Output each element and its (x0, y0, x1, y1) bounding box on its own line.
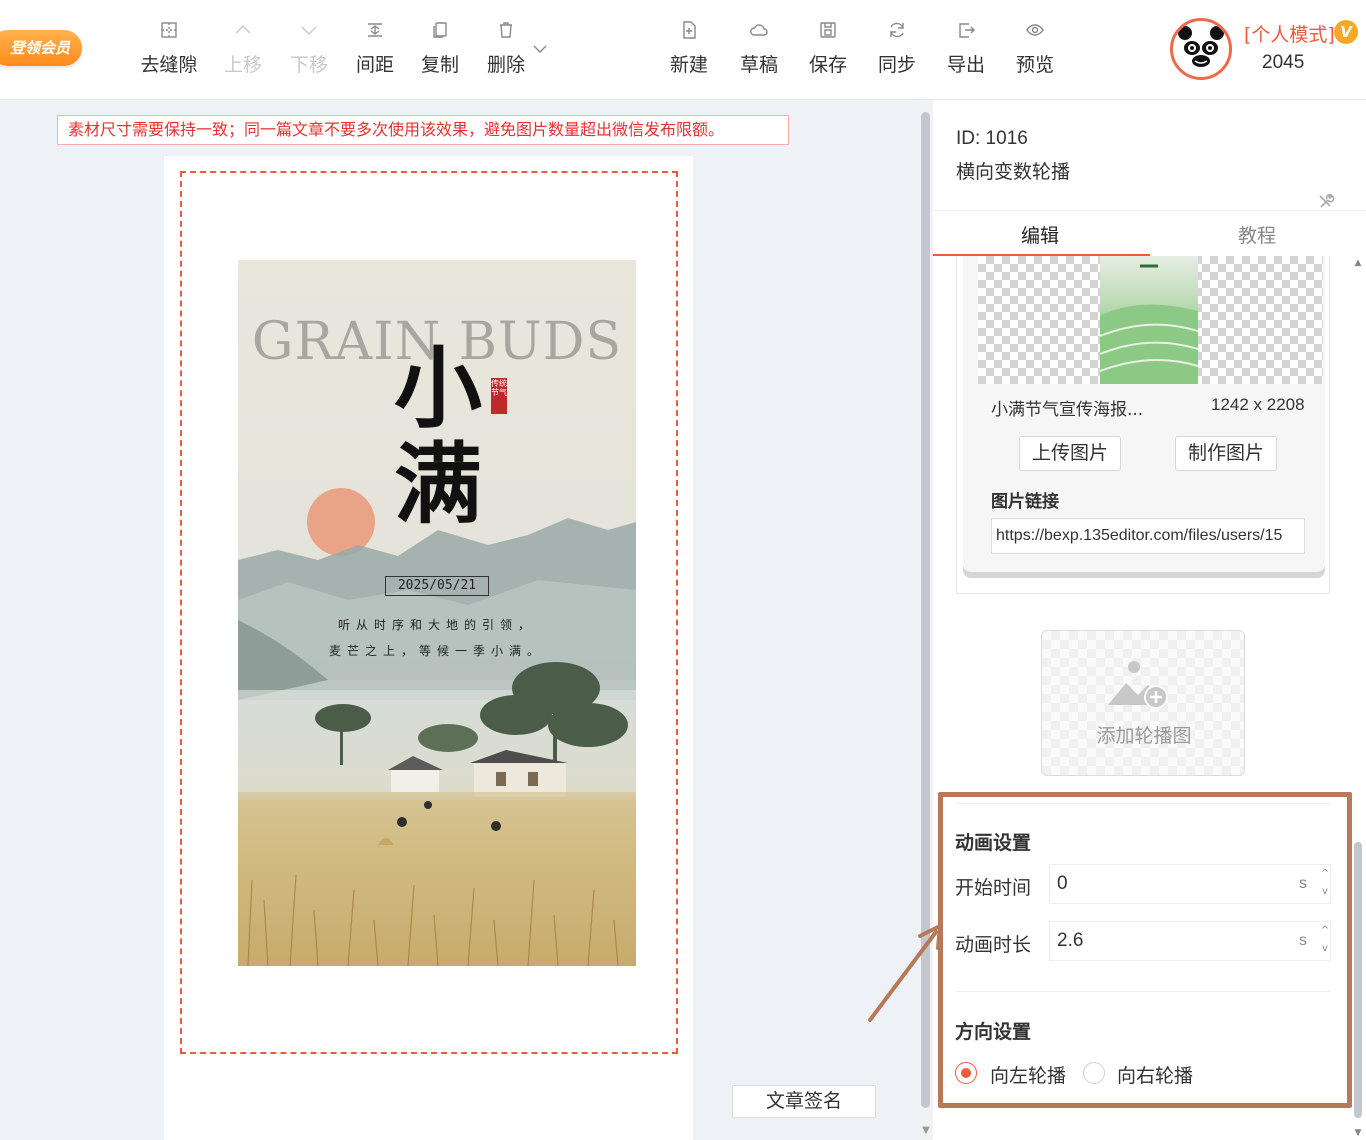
add-carousel-image-label: 添加轮播图 (1096, 725, 1192, 747)
remove-gap-button[interactable]: 去缝隙 (134, 20, 204, 77)
top-toolbar: 登领会员 去缝隙 上移 下移 间距 复制 删除 新建 草稿 保存 同步 导出 预… (0, 0, 1366, 100)
user-mode-label[interactable]: [个人模式] (1244, 20, 1335, 47)
user-count: 2045 (1262, 52, 1305, 73)
panel-scroll-up-icon[interactable]: ▲ (1352, 258, 1364, 268)
template-name: 横向变数轮播 (956, 161, 1071, 183)
tab-tutorial[interactable]: 教程 (1238, 221, 1276, 248)
vip-badge-button[interactable]: 登领会员 (0, 30, 82, 66)
annotation-highlight-box (938, 792, 1352, 1108)
wrench-tools-icon[interactable] (1317, 193, 1337, 210)
delete-button[interactable]: 删除 (471, 20, 541, 77)
eye-icon (1000, 20, 1070, 46)
draft-button[interactable]: 草稿 (724, 20, 794, 77)
panel-tabs: 编辑 教程 (933, 210, 1366, 256)
annotation-arrow-icon (868, 924, 942, 1022)
add-carousel-image-button[interactable]: 添加轮播图 (1041, 630, 1245, 776)
preview-button[interactable]: 预览 (1000, 20, 1070, 77)
save-icon (793, 20, 863, 46)
panel-scroll-down-icon[interactable]: ▼ (1352, 1128, 1364, 1138)
poster-title-char-1: 小 (393, 336, 482, 440)
export-button[interactable]: 导出 (931, 20, 1001, 77)
spacing-icon (340, 20, 410, 46)
image-thumbnail (1100, 256, 1198, 384)
grid-icon (134, 20, 204, 46)
image-thumbnail-area[interactable] (978, 256, 1323, 384)
terrace-field-thumbnail-icon (1100, 264, 1198, 384)
new-button[interactable]: 新建 (654, 20, 724, 77)
poster-date: 2025/05/21 (385, 576, 489, 596)
carousel-poster-image[interactable]: GRAIN BUDS 小 满 传统节气 2025/05/21 听从时序和大地的引… (238, 260, 636, 966)
image-link-input[interactable]: https://bexp.135editor.com/files/users/1… (991, 518, 1305, 554)
poster-title-chinese: 小 满 (378, 340, 498, 532)
move-down-button[interactable]: 下移 (274, 20, 344, 77)
chevron-down-icon (274, 20, 344, 46)
copy-icon (405, 20, 475, 46)
more-dropdown-chevron-icon[interactable] (532, 40, 550, 56)
image-file-name: 小满节气宣传海报... (991, 400, 1144, 420)
make-image-button[interactable]: 制作图片 (1175, 436, 1277, 471)
add-image-icon (1108, 661, 1168, 709)
copy-button[interactable]: 复制 (405, 20, 475, 77)
carousel-image-card: 小满节气宣传海报... 1242 x 2208 上传图片 制作图片 图片链接 h… (956, 256, 1330, 594)
editor-scroll-down-icon[interactable]: ▼ (920, 1126, 932, 1136)
tab-edit[interactable]: 编辑 (1021, 221, 1059, 248)
move-up-button[interactable]: 上移 (208, 20, 278, 77)
article-signature-button[interactable]: 文章签名 (732, 1085, 876, 1118)
spacing-button[interactable]: 间距 (340, 20, 410, 77)
new-file-icon (654, 20, 724, 46)
sync-button[interactable]: 同步 (862, 20, 932, 77)
panel-scrollbar-thumb[interactable] (1354, 842, 1362, 1118)
panda-avatar-icon (1178, 26, 1224, 73)
cloud-icon (724, 20, 794, 46)
upload-image-button[interactable]: 上传图片 (1019, 436, 1121, 471)
trash-icon (471, 20, 541, 46)
export-icon (931, 20, 1001, 46)
vip-v-badge-icon: V (1334, 20, 1358, 44)
image-link-label: 图片链接 (991, 492, 1059, 512)
material-size-notice: 素材尺寸需要保持一致；同一篇文章不要多次使用该效果，避免图片数量超出微信发布限额… (57, 115, 789, 145)
save-button[interactable]: 保存 (793, 20, 863, 77)
image-dimensions: 1242 x 2208 (1211, 395, 1305, 414)
chevron-up-icon (208, 20, 278, 46)
user-avatar[interactable] (1170, 18, 1232, 80)
template-id: ID: 1016 (956, 128, 1028, 149)
image-card-body: 小满节气宣传海报... 1242 x 2208 上传图片 制作图片 图片链接 h… (963, 256, 1325, 578)
sync-icon (862, 20, 932, 46)
poster-seal-stamp: 传统节气 (491, 378, 507, 414)
poster-verse-line-1: 听从时序和大地的引领， (337, 618, 536, 632)
poster-verse-line-2: 麦芒之上，等候一季小满。 (328, 644, 545, 658)
poster-title-char-2: 满 (393, 432, 482, 536)
